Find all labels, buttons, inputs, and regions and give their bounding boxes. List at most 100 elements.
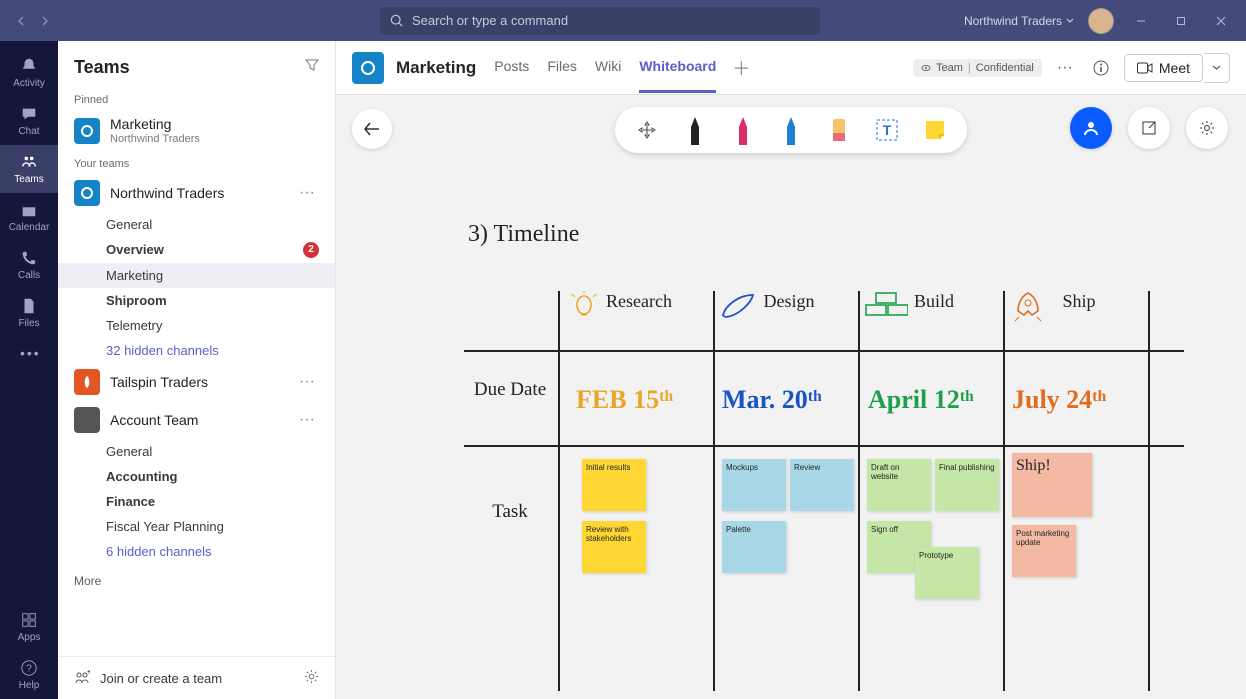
eraser-icon[interactable] [827,117,851,143]
search-placeholder: Search or type a command [412,13,568,28]
privacy-pill[interactable]: Team | Confidential [913,59,1042,77]
date-build: April 12ᵗʰ [868,385,974,415]
sticky-note[interactable]: Post marketing update [1012,525,1076,577]
team-more-icon[interactable]: ··· [295,184,319,202]
team-more-icon[interactable]: ··· [295,411,319,429]
pen-black-icon[interactable] [683,115,707,145]
meet-button[interactable]: Meet [1124,54,1203,82]
window-minimize[interactable] [1128,8,1154,34]
note-tool-icon[interactable] [923,119,947,141]
channel-wrap: Marketing Posts Files Wiki Whiteboard ＋ … [336,41,1246,699]
svg-text:?: ? [26,664,32,675]
pen-blue-icon[interactable] [779,115,803,145]
sticky-note[interactable]: Final publishing [935,459,999,511]
rail-help[interactable]: ?Help [0,651,58,699]
rail-calendar[interactable]: Calendar [0,193,58,241]
channel-telemetry[interactable]: Telemetry [58,313,335,338]
video-icon [1137,62,1153,74]
info-icon[interactable] [1088,55,1114,81]
channel-general-2[interactable]: General [58,439,335,464]
rail-calls[interactable]: Calls [0,241,58,289]
whiteboard-title: 3) Timeline [468,221,579,248]
team-more-icon[interactable]: ··· [295,373,319,391]
sticky-note[interactable]: Draft on website [867,459,931,511]
join-create-team[interactable]: + Join or create a team [74,670,222,686]
sticky-note[interactable]: Review [790,459,854,511]
channel-overview[interactable]: Overview2 [58,237,335,263]
titlebar: Search or type a command Northwind Trade… [0,0,1246,41]
team-northwind[interactable]: Northwind Traders ··· [58,174,335,212]
window-maximize[interactable] [1168,8,1194,34]
team-account[interactable]: Account Team ··· [58,401,335,439]
tab-wiki[interactable]: Wiki [595,42,621,93]
nav-forward[interactable] [34,10,56,32]
sticky-note[interactable]: Mockups [722,459,786,511]
join-team-icon: + [74,670,90,686]
manage-teams-gear-icon[interactable] [304,669,319,687]
rail-teams[interactable]: Teams [0,145,58,193]
rail-more[interactable]: ••• [0,337,58,371]
search-input[interactable]: Search or type a command [380,7,820,35]
tab-posts[interactable]: Posts [494,42,529,93]
app-rail: Activity Chat Teams Calendar Calls Files… [0,41,58,699]
whiteboard-canvas[interactable]: T 3) Timeline Research [336,95,1246,699]
tab-whiteboard[interactable]: Whiteboard [639,42,716,93]
eye-icon [921,63,931,73]
col-research: Research [606,291,672,311]
channel-header: Marketing Posts Files Wiki Whiteboard ＋ … [336,41,1246,95]
add-tab-icon[interactable]: ＋ [728,55,754,81]
sticky-note[interactable]: Review with stakeholders [582,521,646,573]
text-tool-icon[interactable]: T [875,119,899,141]
rail-apps[interactable]: Apps [0,603,58,651]
yourteams-label: Your teams [58,152,335,174]
whiteboard-back-button[interactable] [352,109,392,149]
bulb-icon [569,291,599,321]
move-tool-icon[interactable] [635,121,659,139]
channel-name: Marketing [396,58,476,78]
row-task: Task [464,501,556,523]
org-picker[interactable]: Northwind Traders [964,14,1074,28]
channel-marketing[interactable]: Marketing [58,263,335,288]
rail-chat[interactable]: Chat [0,97,58,145]
pinned-item[interactable]: MarketingNorthwind Traders [58,110,335,152]
teams-panel: Teams Pinned MarketingNorthwind Traders … [58,41,336,699]
sticky-note[interactable]: Prototype [915,547,979,599]
window-close[interactable] [1208,8,1234,34]
sticky-note[interactable]: Ship! [1012,453,1092,517]
rocket-icon [1009,291,1047,321]
date-design: Mar. 20ᵗʰ [722,385,822,415]
filter-icon[interactable] [305,58,319,77]
sticky-note[interactable]: Palette [722,521,786,573]
export-button[interactable] [1128,107,1170,149]
channel-general[interactable]: General [58,212,335,237]
hidden-channels-2[interactable]: 6 hidden channels [58,539,335,564]
channel-fiscal[interactable]: Fiscal Year Planning [58,514,335,539]
date-ship: July 24ᵗʰ [1012,385,1106,415]
more-options-icon[interactable]: ··· [1052,55,1078,81]
user-avatar[interactable] [1088,8,1114,34]
row-due: Due Date [464,379,556,401]
search-icon [390,14,404,28]
col-build: Build [914,291,954,311]
hidden-channels-0[interactable]: 32 hidden channels [58,338,335,363]
meet-dropdown[interactable] [1204,53,1230,83]
channel-shiproom[interactable]: Shiproom [58,288,335,313]
nav-back[interactable] [10,10,32,32]
tab-files[interactable]: Files [547,42,577,93]
channel-finance[interactable]: Finance [58,489,335,514]
col-ship: Ship [1062,291,1095,311]
unread-badge: 2 [303,242,319,258]
pinned-label: Pinned [58,88,335,110]
rail-files[interactable]: Files [0,289,58,337]
pen-red-icon[interactable] [731,115,755,145]
channel-accounting[interactable]: Accounting [58,464,335,489]
sticky-note[interactable]: Initial results [582,459,646,511]
rail-activity[interactable]: Activity [0,49,58,97]
svg-text:+: + [87,670,90,676]
team-tailspin[interactable]: Tailspin Traders ··· [58,363,335,401]
share-cursor-button[interactable] [1070,107,1112,149]
teams-more[interactable]: More [58,564,335,598]
settings-button[interactable] [1186,107,1228,149]
col-design: Design [764,291,815,311]
whiteboard-grid: Research Design Build Ship Due Date Task… [464,291,1216,691]
